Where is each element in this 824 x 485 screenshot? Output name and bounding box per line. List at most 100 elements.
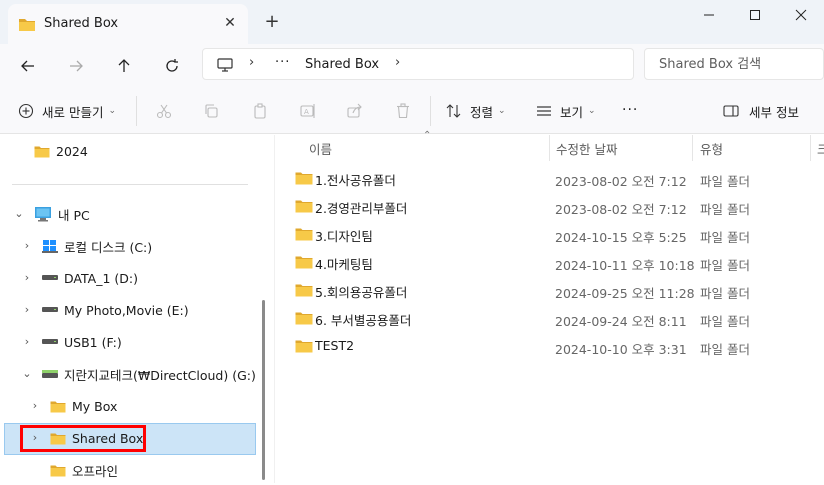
details-pane-icon (723, 105, 739, 117)
details-label: 세부 정보 (749, 104, 799, 120)
breadcrumb-separator[interactable]: › (395, 55, 400, 70)
column-size[interactable]: 크 (817, 139, 824, 158)
folder-icon (295, 340, 313, 353)
chevron-down-icon: ⌄ (588, 106, 596, 116)
column-date[interactable]: 수정한 날짜 (556, 139, 617, 158)
refresh-icon[interactable] (156, 50, 188, 82)
address-bar[interactable]: › ··· Shared Box › (202, 48, 634, 80)
sort-up-icon: ⌃ (423, 130, 432, 141)
computer-icon (35, 207, 51, 222)
column-divider[interactable] (810, 135, 811, 161)
sidebar-item-my-box[interactable]: › My Box (28, 391, 118, 421)
file-type: 파일 폴더 (700, 314, 750, 329)
table-row[interactable]: TEST2 2024-10-10 오후 3:31 파일 폴더 (275, 332, 824, 360)
view-label: 보기 (560, 104, 584, 120)
minimize-icon[interactable] (686, 0, 732, 30)
command-bar: 새로 만들기 ⌄ A 정렬 ⌄ 보기 ⌄ ··· 세부 정보 (0, 86, 824, 134)
sidebar-item-directcloud-g[interactable]: ⌄ 지란지교테크(₩DirectCloud) (G:) (20, 359, 256, 389)
clipboard-icon (254, 103, 266, 119)
table-row[interactable]: 3.디자인팀 2024-10-15 오후 5:25 파일 폴더 (275, 220, 824, 248)
sidebar-item-label: 2024 (56, 143, 88, 159)
new-button[interactable]: 새로 만들기 ⌄ (18, 98, 116, 124)
chevron-right-icon[interactable]: › (20, 271, 34, 285)
cut-button[interactable] (156, 98, 172, 124)
file-date: 2023-08-02 오전 7:12 (555, 202, 687, 217)
sidebar-item-data-1-d[interactable]: › DATA_1 (D:) (20, 263, 138, 293)
details-pane-button[interactable]: 세부 정보 (723, 98, 799, 124)
sidebar-divider (12, 184, 248, 185)
file-type: 파일 폴더 (700, 230, 750, 245)
chevron-right-icon[interactable]: › (28, 399, 42, 413)
back-arrow-icon[interactable] (12, 50, 44, 82)
chevron-down-icon: ⌄ (498, 106, 506, 116)
drive-icon (42, 275, 58, 280)
chevron-down-icon: ⌄ (108, 106, 117, 116)
file-date: 2024-09-24 오전 8:11 (555, 314, 687, 329)
chevron-right-icon[interactable]: › (20, 303, 34, 317)
chevron-right-icon[interactable]: › (20, 335, 34, 349)
close-tab-icon[interactable]: ✕ (220, 13, 240, 33)
sidebar-item-label: 로컬 디스크 (C:) (64, 239, 153, 255)
breadcrumb-current[interactable]: Shared Box (305, 57, 379, 72)
computer-icon (217, 57, 233, 77)
delete-button[interactable] (395, 98, 411, 124)
sidebar-item-this-pc[interactable]: ⌄ 내 PC (12, 199, 90, 229)
sidebar-item-my-photo-movie-e[interactable]: › My Photo,Movie (E:) (20, 295, 189, 325)
share-button[interactable] (347, 98, 363, 124)
sidebar-item-label: 지란지교테크(₩DirectCloud) (G:) (64, 367, 256, 383)
rename-button[interactable]: A (300, 98, 316, 124)
forward-arrow-icon[interactable] (60, 50, 92, 82)
file-type: 파일 폴더 (700, 174, 750, 189)
column-name[interactable]: 이름 (309, 139, 332, 158)
sidebar-item-local-disk-c[interactable]: › 로컬 디스크 (C:) (20, 231, 152, 261)
maximize-icon[interactable] (732, 0, 778, 30)
close-window-icon[interactable] (778, 0, 824, 30)
table-row[interactable]: 1.전사공유폴더 2023-08-02 오전 7:12 파일 폴더 (275, 164, 824, 192)
column-type[interactable]: 유형 (700, 139, 723, 158)
sort-button[interactable]: 정렬 ⌄ (446, 98, 506, 124)
new-label: 새로 만들기 (42, 104, 104, 120)
chevron-down-icon[interactable]: ⌄ (12, 207, 26, 221)
folder-icon (50, 465, 66, 476)
divider (136, 96, 137, 126)
table-row[interactable]: 2.경영관리부폴더 2023-08-02 오전 7:12 파일 폴더 (275, 192, 824, 220)
table-row[interactable]: 5.회의용공유폴더 2024-09-25 오전 11:28 파일 폴더 (275, 276, 824, 304)
sidebar-item-label: 오프라인 (72, 463, 119, 479)
tab-shared-box[interactable]: Shared Box ✕ (8, 4, 248, 44)
chevron-down-icon[interactable]: ⌄ (20, 367, 34, 381)
folder-icon (18, 17, 36, 36)
file-type: 파일 폴더 (700, 342, 750, 357)
more-options-button[interactable]: ··· (622, 97, 638, 123)
drive-icon (42, 307, 58, 312)
sidebar-scrollbar[interactable] (262, 300, 265, 480)
sidebar-item-usb1-f[interactable]: › USB1 (F:) (20, 327, 122, 357)
file-name: 2.경영관리부폴더 (315, 201, 408, 216)
new-tab-button[interactable]: + (262, 12, 282, 32)
folder-icon (50, 401, 66, 412)
folder-icon (295, 256, 313, 269)
copy-button[interactable] (203, 98, 219, 124)
column-divider[interactable] (692, 135, 693, 161)
chevron-right-icon[interactable]: › (20, 239, 34, 253)
breadcrumb-more[interactable]: ··· (275, 55, 290, 70)
search-input[interactable] (644, 48, 824, 80)
rename-icon: A (300, 104, 315, 118)
breadcrumb-separator[interactable]: › (249, 55, 254, 70)
sidebar-item-label: My Box (72, 398, 118, 414)
sidebar-item-offline[interactable]: 오프라인 (50, 455, 118, 485)
sidebar-item-label: USB1 (F:) (64, 334, 122, 350)
folder-icon (34, 146, 50, 157)
table-row[interactable]: 6. 부서별공용폴더 2024-09-24 오전 8:11 파일 폴더 (275, 304, 824, 332)
sidebar-item-2024[interactable]: 2024 (34, 136, 88, 166)
column-header: ⌃ 이름 수정한 날짜 유형 크 (275, 130, 824, 161)
file-date: 2023-08-02 오전 7:12 (555, 174, 687, 189)
network-drive-icon (42, 370, 58, 378)
usb-drive-icon (42, 339, 58, 344)
table-row[interactable]: 4.마케팅팀 2024-10-11 오후 10:18 파일 폴더 (275, 248, 824, 276)
view-button[interactable]: 보기 ⌄ (536, 98, 596, 124)
paste-button[interactable] (252, 98, 268, 124)
up-arrow-icon[interactable] (108, 50, 140, 82)
file-date: 2024-10-11 오후 10:18 (555, 258, 695, 273)
column-divider[interactable] (549, 135, 550, 161)
file-type: 파일 폴더 (700, 286, 750, 301)
